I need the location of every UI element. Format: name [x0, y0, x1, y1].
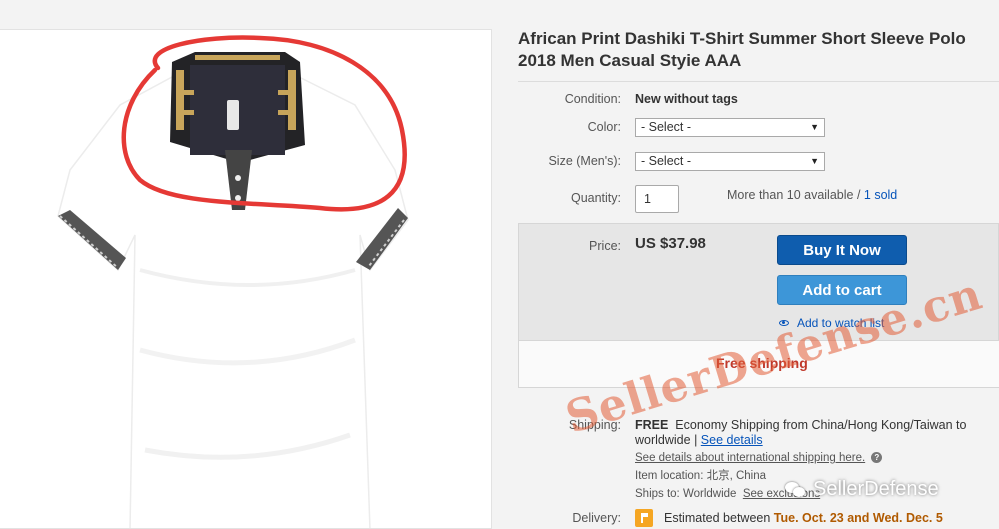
chevron-down-icon: ▼	[810, 122, 819, 132]
sold-link[interactable]: 1 sold	[864, 188, 897, 202]
chevron-down-icon: ▼	[810, 156, 819, 166]
intl-details-link[interactable]: See details about international shipping…	[635, 452, 865, 464]
delivery-dates: Tue. Oct. 23 and Wed. Dec. 5	[773, 511, 943, 525]
shipping-method-line1: Economy Shipping from China/Hong Kong/Ta…	[675, 418, 967, 432]
price-label: Price:	[589, 239, 621, 253]
flag-icon	[635, 509, 653, 527]
ships-to-value: Worldwide	[682, 488, 737, 500]
size-label: Size (Men's):	[548, 154, 621, 168]
delivery-label: Delivery:	[572, 511, 621, 525]
quantity-label: Quantity:	[570, 191, 621, 205]
color-select[interactable]: - Select - ▼	[635, 118, 825, 137]
color-label: Color:	[587, 120, 621, 134]
buy-it-now-button[interactable]: Buy It Now	[777, 235, 907, 265]
size-select-value: - Select -	[641, 154, 692, 168]
wechat-watermark: SellerDefense	[785, 478, 939, 501]
color-select-value: - Select -	[641, 120, 692, 134]
wechat-icon	[785, 481, 807, 498]
quantity-input[interactable]: 1	[635, 185, 679, 213]
intl-shipping-details: See details about international shipping…	[635, 451, 883, 466]
shipping-method: FREE Economy Shipping from China/Hong Ko…	[635, 418, 967, 447]
product-page: African Print Dashiki T-Shirt Summer Sho…	[0, 0, 999, 529]
listing-title: African Print Dashiki T-Shirt Summer Sho…	[518, 29, 966, 70]
wechat-watermark-text: SellerDefense	[813, 478, 939, 500]
quantity-availability: More than 10 available / 1 sold	[727, 188, 897, 202]
condition-value: New without tags	[635, 92, 738, 106]
delivery-estimate: Estimated between Tue. Oct. 23 and Wed. …	[664, 511, 943, 526]
delivery-text: Estimated between	[664, 511, 774, 525]
title-divider	[518, 81, 999, 82]
ships-to-label: Ships to:	[635, 488, 680, 500]
condition-label: Condition:	[564, 92, 621, 106]
price-value: US $37.98	[635, 235, 706, 252]
help-icon[interactable]: ?	[871, 452, 883, 464]
polo-shirt-image	[57, 35, 409, 528]
item-location: Item location: 北京, China	[635, 470, 767, 482]
shipping-method-line2: worldwide	[635, 433, 691, 447]
product-image[interactable]	[0, 29, 492, 529]
size-select[interactable]: - Select - ▼	[635, 152, 825, 171]
availability-text: More than 10 available /	[727, 188, 864, 202]
see-details-link[interactable]: See details	[701, 433, 763, 447]
